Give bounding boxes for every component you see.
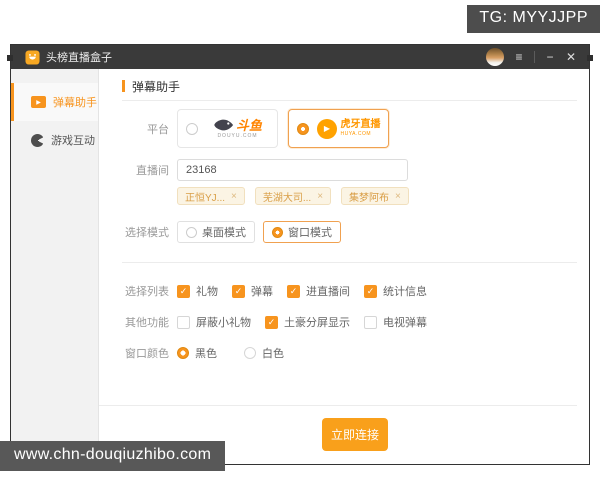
radio-label: 黑色 [195,348,217,360]
app-logo-icon [25,49,40,65]
main-panel: 弹幕助手 平台 斗鱼 DOUYU.COM ▶ 虎牙直播 HUYA.COM 直播间… [99,69,589,464]
checkbox-checked-icon[interactable]: ✓ [232,284,245,298]
list-options-row: 选择列表 ✓ 礼物 ✓ 弹幕 ✓ 进直播间 ✓ 统计信息 [99,283,577,299]
checkbox-label: 土豪分屏显示 [284,317,350,329]
radio-checked-icon[interactable] [177,347,189,359]
radio-checked-icon[interactable] [297,122,309,135]
danmaku-helper-icon: ▶ [31,96,46,108]
tag-label: 芜湖大司... [262,192,312,204]
tg-contact-badge: TG: MYYJJPP [467,5,600,33]
huya-tiger-icon: ▶ [316,118,337,139]
radio-unchecked-icon[interactable] [186,226,197,238]
checkbox-checked-icon[interactable]: ✓ [287,284,300,298]
tag-label: 正恒YJ... [185,192,226,204]
room-row: 直播间 [99,159,577,181]
checkbox-checked-icon[interactable]: ✓ [265,315,278,329]
radio-unchecked-icon[interactable] [244,347,256,359]
tag-remove-icon[interactable]: × [395,191,401,202]
mode-option-label: 窗口模式 [288,227,332,239]
section-header: 弹幕助手 [122,79,577,94]
douyu-fish-icon [213,118,234,132]
checkbox-checked-icon[interactable]: ✓ [177,284,190,298]
room-label: 直播间 [136,165,169,177]
titlebar-divider [534,51,535,63]
checkbox-label: 电视弹幕 [383,317,427,329]
checkbox-checked-icon[interactable]: ✓ [364,284,377,298]
checkbox-danmaku[interactable]: ✓ 弹幕 [232,283,273,299]
mode-label: 选择模式 [125,227,169,239]
section-accent-bar [122,80,125,92]
checkbox-unchecked-icon[interactable] [364,315,377,329]
connect-now-button[interactable]: 立即连接 [321,418,388,451]
sidebar-item-danmaku-helper[interactable]: ▶ 弹幕助手 [11,83,98,121]
user-avatar[interactable] [486,48,504,66]
tags-row: 正恒YJ... × 芜湖大司... × 集梦阿布 × [99,187,577,205]
sidebar: ▶ 弹幕助手 游戏互动 [11,69,99,464]
streamer-tag[interactable]: 集梦阿布 × [341,187,409,205]
app-window: 头榜直播盒子 ≡ − ✕ ▶ 弹幕助手 游戏互动 弹幕助手 平台 斗鱼 DOUY… [10,44,590,465]
sidebar-item-label: 游戏互动 [51,135,95,147]
menu-icon[interactable]: ≡ [513,51,525,63]
checkbox-label: 弹幕 [251,286,273,298]
divider [122,100,577,101]
streamer-tag[interactable]: 正恒YJ... × [177,187,245,205]
checkbox-unchecked-icon[interactable] [177,315,190,329]
checkbox-tv-danmaku[interactable]: 电视弹幕 [364,314,427,330]
douyu-logo: 斗鱼 DOUYU.COM [198,118,277,139]
tag-label: 集梦阿布 [349,192,390,204]
screenshot-canvas: TG: MYYJJPP 头榜直播盒子 ≡ − ✕ ▶ 弹幕助手 游戏互动 弹幕助… [0,0,600,480]
streamer-tag[interactable]: 芜湖大司... × [254,187,332,205]
checkbox-block-small-gifts[interactable]: 屏蔽小礼物 [177,314,251,330]
app-title: 头榜直播盒子 [46,52,112,64]
tag-remove-icon[interactable]: × [317,191,323,202]
sidebar-item-label: 弹幕助手 [53,97,97,109]
other-label: 其他功能 [125,317,169,329]
resize-handle[interactable] [7,55,13,61]
mode-option-window[interactable]: 窗口模式 [263,221,341,243]
checkbox-enter-room[interactable]: ✓ 进直播间 [287,283,350,299]
tag-remove-icon[interactable]: × [231,191,237,202]
radio-label: 白色 [262,348,284,360]
mode-option-label: 桌面模式 [202,227,246,239]
close-button[interactable]: ✕ [565,51,577,63]
divider [122,262,577,263]
divider [99,405,577,406]
mode-row: 选择模式 桌面模式 窗口模式 [99,221,577,243]
game-interaction-icon [31,133,44,147]
checkbox-label: 进直播间 [306,286,350,298]
list-label: 选择列表 [125,286,169,298]
platform-option-huya[interactable]: ▶ 虎牙直播 HUYA.COM [288,109,389,148]
radio-unchecked-icon[interactable] [186,122,198,135]
resize-handle[interactable] [587,55,593,61]
website-badge: www.chn-douqiuzhibo.com [0,441,226,471]
radio-color-black[interactable]: 黑色 [177,345,217,361]
radio-color-white[interactable]: 白色 [244,345,284,361]
other-functions-row: 其他功能 屏蔽小礼物 ✓ 土豪分屏显示 电视弹幕 [99,314,577,330]
sidebar-item-game-interaction[interactable]: 游戏互动 [11,121,98,159]
section-title: 弹幕助手 [132,79,181,94]
room-id-input[interactable] [177,159,408,181]
radio-checked-icon[interactable] [272,226,283,238]
platform-row: 平台 斗鱼 DOUYU.COM ▶ 虎牙直播 HUYA.COM [99,109,577,148]
color-label: 窗口颜色 [125,348,169,360]
checkbox-label: 统计信息 [383,286,427,298]
checkbox-label: 礼物 [196,286,218,298]
checkbox-rich-split-screen[interactable]: ✓ 土豪分屏显示 [265,314,350,330]
huya-logo: ▶ 虎牙直播 HUYA.COM [309,118,388,139]
platform-label: 平台 [147,123,169,136]
minimize-button[interactable]: − [544,51,556,63]
checkbox-label: 屏蔽小礼物 [196,317,251,329]
window-color-row: 窗口颜色 黑色 白色 [99,345,577,361]
platform-option-douyu[interactable]: 斗鱼 DOUYU.COM [177,109,278,148]
title-bar[interactable]: 头榜直播盒子 ≡ − ✕ [11,45,589,69]
checkbox-gifts[interactable]: ✓ 礼物 [177,283,218,299]
checkbox-statistics[interactable]: ✓ 统计信息 [364,283,427,299]
mode-option-desktop[interactable]: 桌面模式 [177,221,255,243]
